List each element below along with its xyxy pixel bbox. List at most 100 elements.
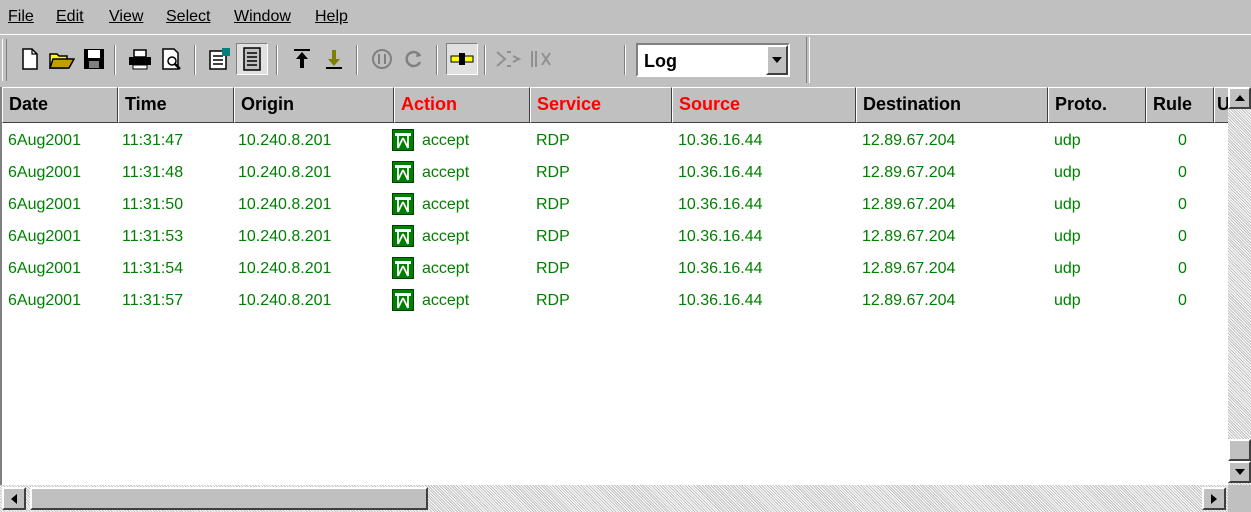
column-header-destination[interactable]: Destination	[856, 87, 1048, 123]
menu-select[interactable]: Select	[166, 8, 210, 26]
network-off-disabled-icon	[531, 51, 551, 67]
cell-origin: 10.240.8.201	[238, 260, 332, 277]
table-row[interactable]: 6Aug2001 11:31:47 10.240.8.201 accept RDP 10.…	[2, 125, 1228, 157]
log-type-dropdown-button[interactable]	[766, 45, 788, 75]
cell-service: RDP	[536, 132, 570, 149]
new-file-icon	[22, 48, 38, 70]
toolbar: Log	[0, 34, 1251, 88]
toolbar-separator	[276, 45, 278, 75]
cell-origin: 10.240.8.201	[238, 132, 332, 149]
menu-file[interactable]: File	[8, 8, 34, 26]
table-row[interactable]: 6Aug2001 11:31:54 10.240.8.201 accept RDP 10.…	[2, 253, 1228, 285]
print-preview-button[interactable]	[156, 43, 188, 75]
arrow-down-icon	[1234, 469, 1245, 475]
cell-origin: 10.240.8.201	[238, 292, 332, 309]
menu-window[interactable]: Window	[234, 8, 291, 26]
column-header-u[interactable]: U	[1214, 87, 1228, 123]
log-type-select[interactable]: Log	[636, 43, 790, 77]
table-row[interactable]: 6Aug2001 11:31:57 10.240.8.201 accept RDP 10.…	[2, 285, 1228, 317]
cell-time: 11:31:57	[122, 292, 184, 309]
toolbar-separator	[624, 45, 626, 75]
open-button[interactable]	[46, 43, 78, 75]
accept-icon	[392, 161, 414, 183]
column-header-service[interactable]: Service	[530, 87, 672, 123]
horizontal-scrollbar[interactable]	[0, 485, 1228, 512]
scroll-up-button[interactable]	[1228, 87, 1251, 109]
menu-help-label: Help	[315, 8, 348, 25]
cell-destination: 12.89.67.204	[862, 132, 956, 149]
cell-rule: 0	[1178, 164, 1187, 181]
column-header-origin[interactable]: Origin	[234, 87, 394, 123]
table-row[interactable]: 6Aug2001 11:31:50 10.240.8.201 accept RDP 10.…	[2, 189, 1228, 221]
go-to-top-button[interactable]	[286, 43, 318, 75]
cell-proto: udp	[1054, 196, 1081, 213]
accept-icon	[392, 257, 414, 279]
resolve-addresses-button[interactable]	[446, 43, 478, 75]
network-disabled-icon	[496, 51, 521, 67]
cell-date: 6Aug2001	[8, 292, 81, 309]
accept-icon	[392, 289, 414, 311]
cell-source: 10.36.16.44	[678, 228, 763, 245]
cell-rule: 0	[1178, 196, 1187, 213]
new-button[interactable]	[14, 43, 46, 75]
scroll-thumb[interactable]	[1228, 439, 1251, 461]
cell-service: RDP	[536, 196, 570, 213]
toolbar-separator	[356, 45, 358, 75]
chevron-down-icon	[772, 57, 782, 63]
cell-rule: 0	[1178, 132, 1187, 149]
log-type-value: Log	[644, 51, 677, 71]
stop-button	[366, 43, 398, 75]
print-button[interactable]	[124, 43, 156, 75]
log-table: Date Time Origin Action Service Source D…	[0, 87, 1228, 485]
account-view-button[interactable]	[236, 43, 268, 75]
cell-service: RDP	[536, 164, 570, 181]
cell-date: 6Aug2001	[8, 132, 81, 149]
cell-source: 10.36.16.44	[678, 260, 763, 277]
cell-origin: 10.240.8.201	[238, 228, 332, 245]
menu-view[interactable]: View	[109, 8, 143, 26]
table-row[interactable]: 6Aug2001 11:31:53 10.240.8.201 accept RDP 10.…	[2, 221, 1228, 253]
toolbar-separator	[436, 45, 438, 75]
connector-icon	[450, 53, 474, 65]
cell-time: 11:31:53	[122, 228, 184, 245]
column-header-rule[interactable]: Rule	[1146, 87, 1214, 123]
toolbar-separator	[114, 45, 116, 75]
menu-select-label: Select	[166, 8, 211, 25]
menu-window-label: Window	[234, 8, 291, 25]
log-view-button[interactable]	[204, 43, 236, 75]
column-header-time[interactable]: Time	[118, 87, 234, 123]
cell-service: RDP	[536, 228, 570, 245]
column-header-proto[interactable]: Proto.	[1048, 87, 1146, 123]
toolbar-end-separator	[806, 37, 810, 83]
cell-destination: 12.89.67.204	[862, 292, 956, 309]
cell-action: accept	[422, 292, 470, 309]
column-header-source[interactable]: Source	[672, 87, 856, 123]
menu-help[interactable]: Help	[315, 8, 348, 26]
scroll-down-button[interactable]	[1228, 461, 1251, 483]
horizontal-scroll-thumb[interactable]	[30, 487, 428, 510]
menu-edit[interactable]: Edit	[56, 8, 84, 26]
column-header-date[interactable]: Date	[2, 87, 118, 123]
accept-icon	[392, 129, 414, 151]
cell-destination: 12.89.67.204	[862, 164, 956, 181]
table-row[interactable]: 6Aug2001 11:31:48 10.240.8.201 accept RDP 10.…	[2, 157, 1228, 189]
refresh-disabled-icon	[405, 50, 422, 68]
printer-icon	[129, 49, 151, 70]
cell-time: 11:31:54	[122, 260, 184, 277]
scroll-left-button[interactable]	[2, 487, 26, 510]
cell-proto: udp	[1054, 164, 1081, 181]
save-button[interactable]	[78, 43, 110, 75]
stop-disabled-icon	[372, 49, 392, 69]
scroll-right-button[interactable]	[1202, 487, 1226, 510]
cell-date: 6Aug2001	[8, 228, 81, 245]
column-header-action[interactable]: Action	[394, 87, 530, 123]
arrow-up-icon	[1234, 95, 1245, 101]
accept-icon	[392, 225, 414, 247]
toolbar-separator	[194, 45, 196, 75]
cell-action: accept	[422, 132, 470, 149]
cell-action: accept	[422, 196, 470, 213]
go-to-bottom-button[interactable]	[318, 43, 350, 75]
toolbar-grip[interactable]	[2, 39, 7, 81]
vertical-scrollbar[interactable]	[1228, 87, 1251, 485]
arrow-left-icon	[11, 493, 17, 504]
